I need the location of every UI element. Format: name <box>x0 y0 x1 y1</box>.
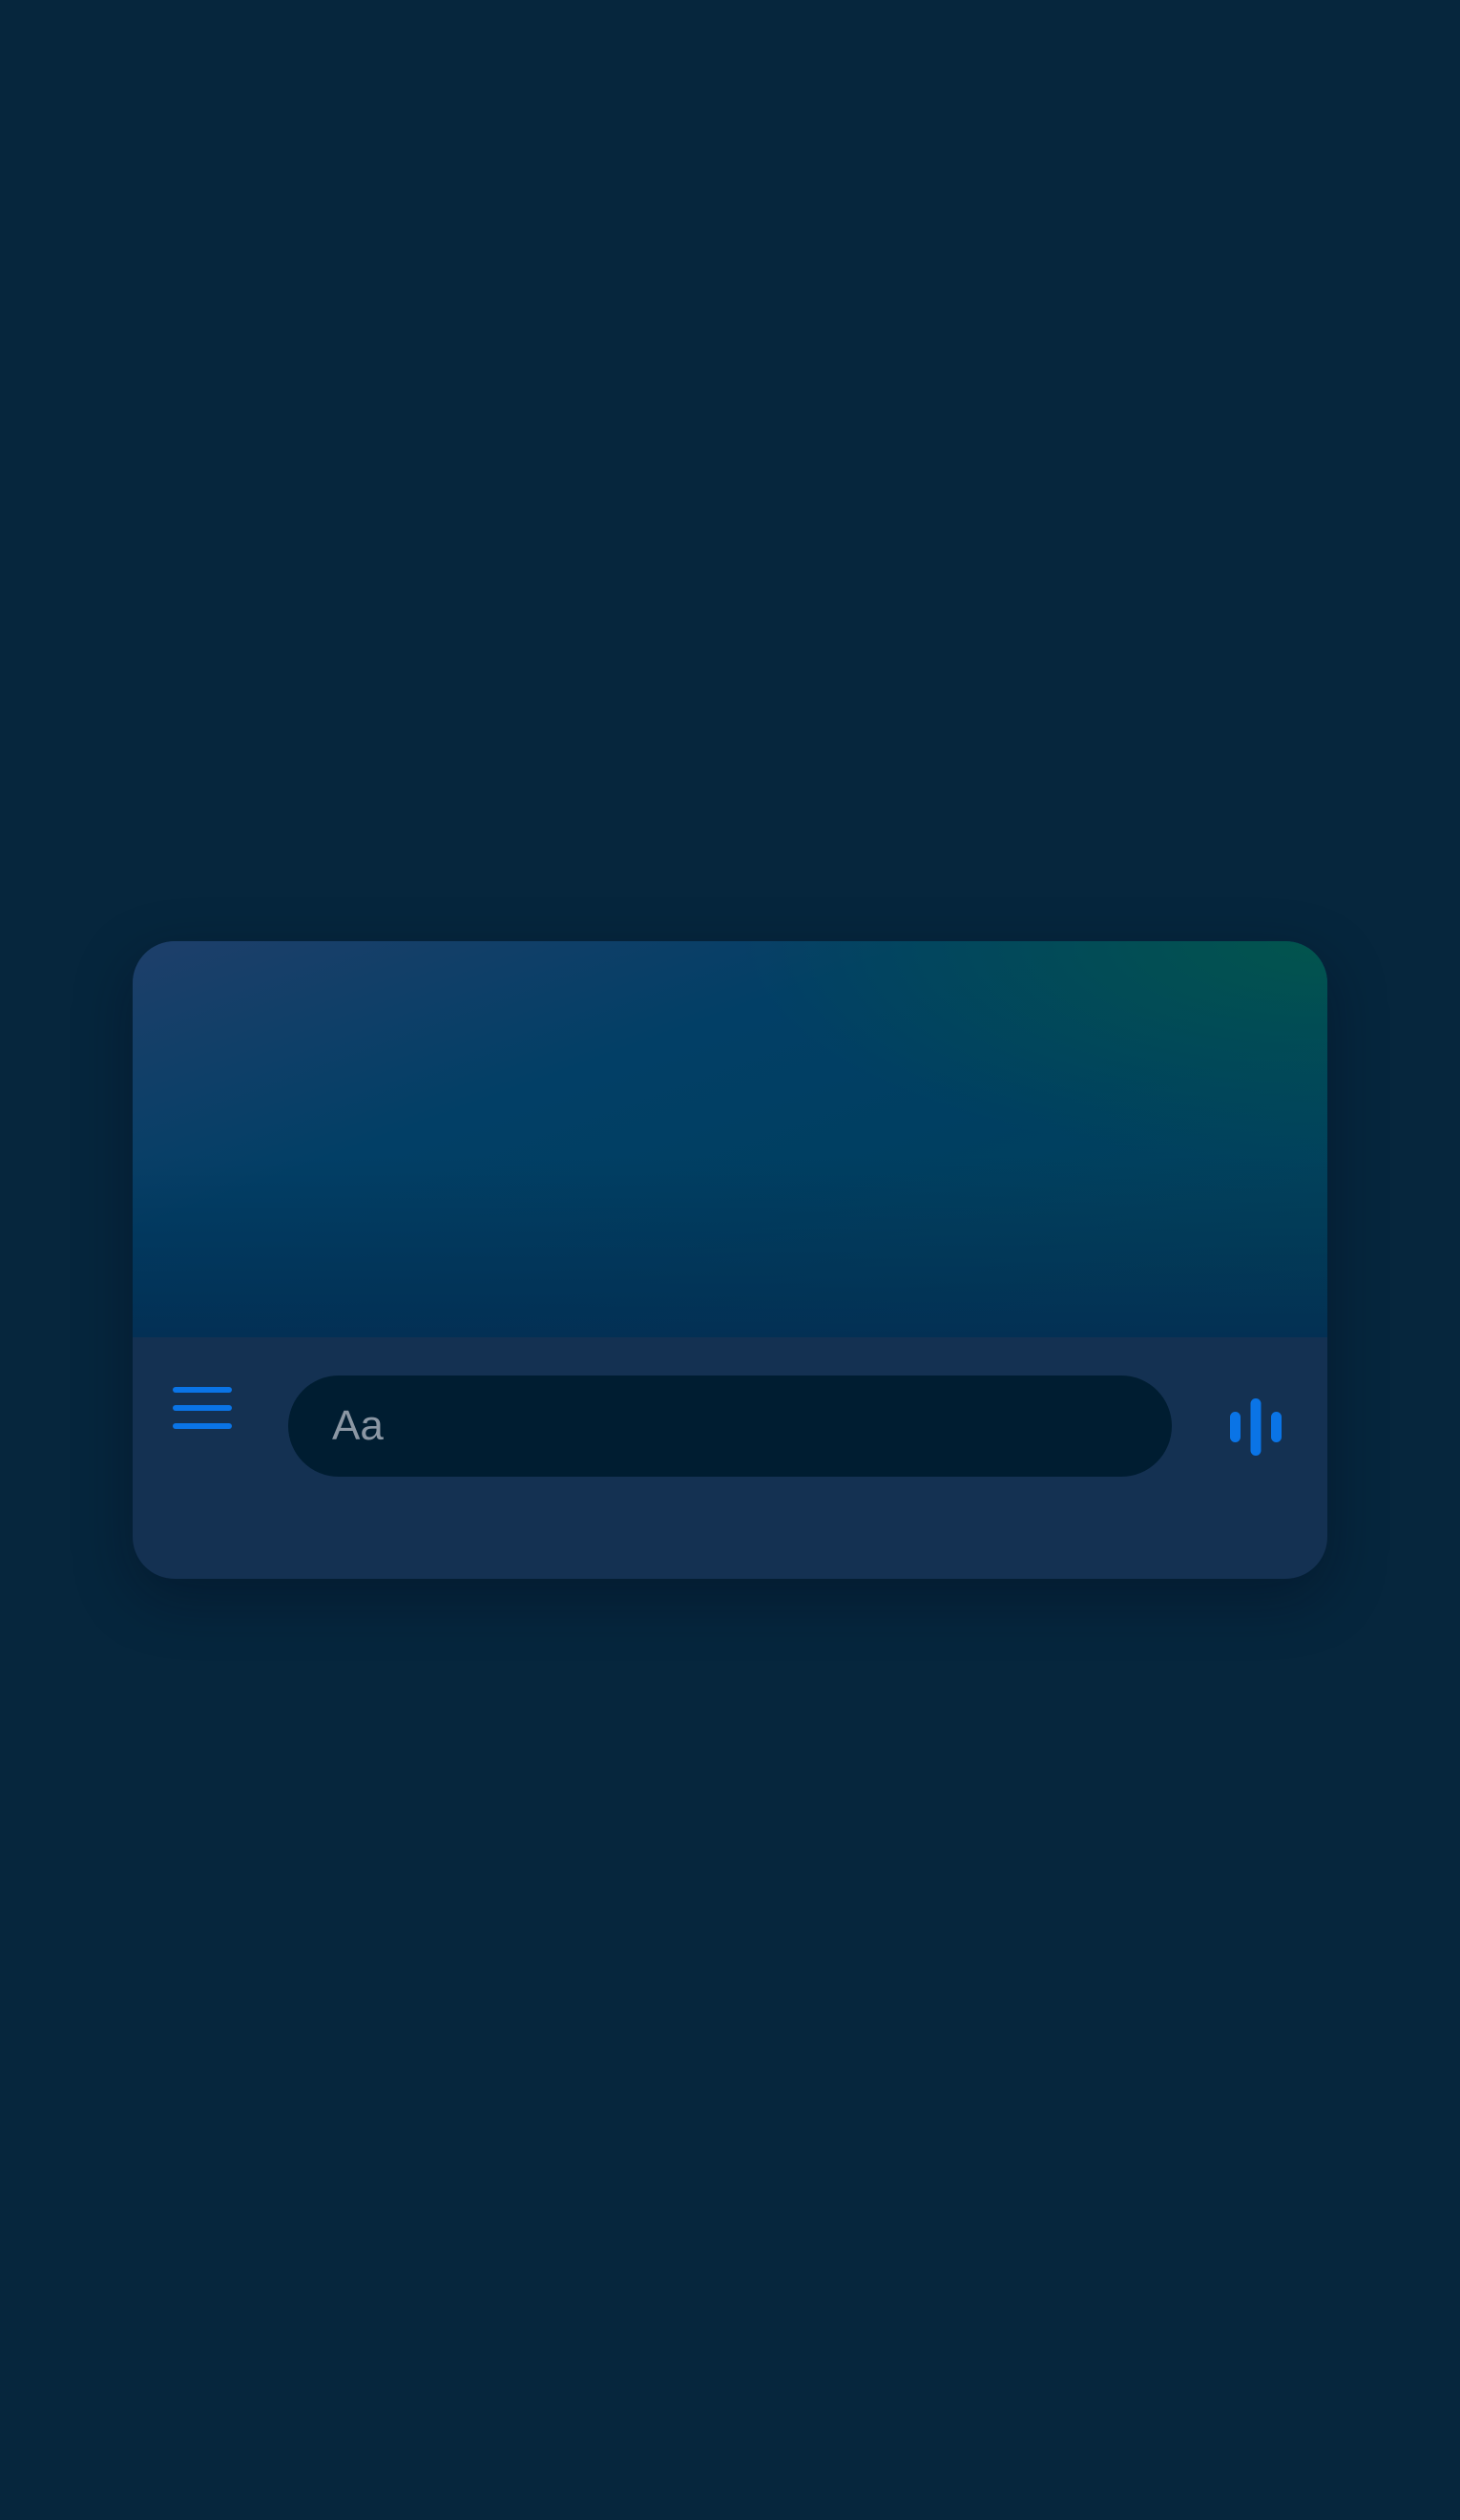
hamburger-menu-icon <box>173 1387 232 1429</box>
menu-button[interactable] <box>169 1379 236 1437</box>
gradient-header <box>133 941 1327 1337</box>
voice-button[interactable] <box>1222 1396 1289 1458</box>
composer-card <box>133 941 1327 1579</box>
voice-waveform-icon <box>1230 1398 1282 1456</box>
message-input[interactable] <box>288 1376 1172 1477</box>
composer-toolbar <box>133 1337 1327 1579</box>
